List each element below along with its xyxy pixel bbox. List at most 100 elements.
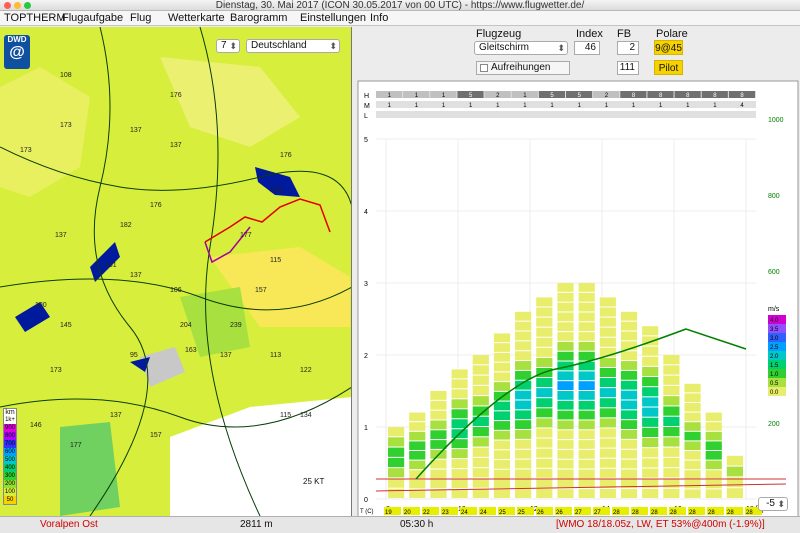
thermal-bar-segment [515, 430, 532, 439]
menubar: TOPTHERM Flugaufgabe Flug Wetterkarte Ba… [0, 11, 800, 26]
thermal-bar-segment [515, 489, 532, 498]
legend-entry: 200 [4, 480, 16, 488]
flight-route [204, 198, 331, 243]
thermal-bar-segment [663, 355, 680, 365]
minimize-window-button[interactable] [14, 2, 21, 9]
rows-toggle[interactable]: Aufreihungen [476, 61, 570, 75]
thermal-bar-segment [409, 441, 426, 450]
thermal-bar-segment [620, 489, 638, 498]
cloud-cover-rows: HML1 1 1 5 2 1 5 5 2 8 8 8 8 81 1 1 1 1 1 1 1 1 1 1 1 1 4 [364, 91, 756, 120]
thermal-bar-segment [409, 412, 426, 422]
offset-spinner[interactable]: -5 [758, 497, 788, 511]
thermal-bar-segment [620, 469, 638, 479]
thermal-bar-segment [430, 430, 447, 440]
temp-label: T (C) [360, 509, 374, 515]
thermal-bar-segment [684, 470, 701, 479]
thermal-bar-segment [515, 459, 532, 469]
elevation-label: 176 [170, 92, 182, 99]
thermal-chart[interactable]: HML1 1 1 5 2 1 5 5 2 8 8 8 8 81 1 1 1 1 1 1 1 1 1 1 1 1 4 0 1 2 3 4 5 2… [356, 79, 800, 529]
thermal-bar-segment [578, 292, 595, 302]
thermal-bar-segment [684, 460, 701, 470]
thermal-bar-segment [557, 459, 574, 469]
menu-wetterkarte[interactable]: Wetterkarte [168, 12, 225, 25]
menu-info[interactable]: Info [370, 12, 388, 25]
thermal-bar-segment [726, 488, 743, 498]
thermal-bar-segment [451, 479, 468, 489]
hour-select[interactable]: 7 [216, 39, 240, 53]
region-select[interactable]: Deutschland [246, 39, 340, 53]
thermal-bar-segment [599, 327, 616, 337]
menu-barogramm[interactable]: Barogramm [230, 12, 287, 25]
window-titlebar: Dienstag, 30. Mai 2017 (ICON 30.05.2017 … [0, 0, 800, 11]
thermal-bar-segment [493, 460, 511, 469]
thermal-bar-segment [578, 371, 595, 381]
thermal-bar-segment [557, 283, 574, 292]
thermal-bar-segment [557, 479, 574, 489]
thermal-bar-segment [578, 449, 595, 459]
value-field[interactable]: 111 [617, 61, 639, 75]
index-label: Index [576, 28, 603, 40]
thermal-bar-segment [515, 311, 532, 321]
ms-legend-label: 2.5 [770, 345, 779, 351]
cloud-row [376, 111, 756, 118]
elevation-label: 157 [255, 287, 267, 294]
thermal-bar-segment [599, 398, 616, 408]
pilot-button[interactable]: Pilot [654, 60, 683, 75]
thermal-bar-segment [642, 468, 659, 478]
thermal-bar-segment [578, 381, 595, 390]
thermal-bar-segment [536, 428, 553, 438]
thermal-bar-segment [599, 367, 616, 378]
thermal-bar-segment [451, 459, 468, 469]
zoom-window-button[interactable] [24, 2, 31, 9]
thermal-bar-segment [578, 341, 595, 351]
thermal-bar-segment [536, 388, 553, 398]
thermal-bar-segment [620, 380, 638, 390]
thermal-bar-segment [557, 440, 574, 449]
menu-einstellungen[interactable]: Einstellungen [300, 12, 366, 25]
menu-flugaufgabe[interactable]: Flugaufgabe [62, 12, 123, 25]
thermal-bar-segment [557, 341, 574, 351]
thermal-bar-segment [578, 351, 595, 361]
thermal-bar-segment [536, 448, 553, 458]
polar-label: Polare [656, 28, 688, 40]
index-field[interactable]: 46 [574, 41, 600, 55]
aircraft-select[interactable]: Gleitschirm [474, 41, 568, 55]
thermal-bar-segment [599, 297, 616, 307]
thermal-bar-segment [663, 365, 680, 375]
weather-map[interactable]: 108 176 173 137 137 176 173 182 137 115 101 100 137 1… [0, 27, 352, 516]
thermal-bar-segment [515, 341, 532, 351]
fb-field[interactable]: 2 [617, 41, 639, 55]
thermal-bar-segment [599, 337, 616, 347]
fb-label: FB [617, 28, 632, 40]
thermal-bar-segment [620, 439, 638, 449]
menu-toptherm[interactable]: TOPTHERM [4, 12, 66, 25]
rows-label: Aufreihungen [491, 62, 551, 73]
rows-checkbox[interactable] [480, 64, 488, 72]
thermal-bar-segment [536, 468, 553, 478]
thermal-bar-segment [705, 431, 722, 441]
thermal-bar-segment [430, 410, 447, 420]
status-time: 05:30 h [400, 519, 434, 530]
thermal-bar-segment [409, 422, 426, 431]
thermal-bar-segment [620, 321, 638, 331]
thermal-bar-segment [472, 447, 489, 457]
thermal-bar-segment [620, 331, 638, 341]
menu-flug[interactable]: Flug [130, 12, 151, 25]
thermal-bar-segment [663, 447, 680, 457]
thermal-bar-segment [642, 326, 659, 336]
legend-entry: 400 [4, 464, 16, 472]
thermal-bar-segment [663, 396, 680, 406]
thermal-bar-segment [578, 440, 595, 449]
thermal-bar-segment [515, 370, 532, 380]
m-tick: 600 [768, 269, 780, 276]
thermal-bar-segment [472, 437, 489, 447]
thermal-bar-segment [684, 479, 701, 489]
thermal-bar-segment [663, 457, 680, 468]
close-window-button[interactable] [4, 2, 11, 9]
polar-button[interactable]: 9@45 [654, 40, 683, 55]
map-canvas[interactable]: 108 176 173 137 137 176 173 182 137 115 101 100 137 1… [0, 27, 352, 516]
thermal-bar-segment [684, 441, 701, 450]
thermal-bar-segment [578, 469, 595, 479]
elevation-label: 176 [280, 152, 292, 159]
legend-title: km [5, 409, 15, 416]
